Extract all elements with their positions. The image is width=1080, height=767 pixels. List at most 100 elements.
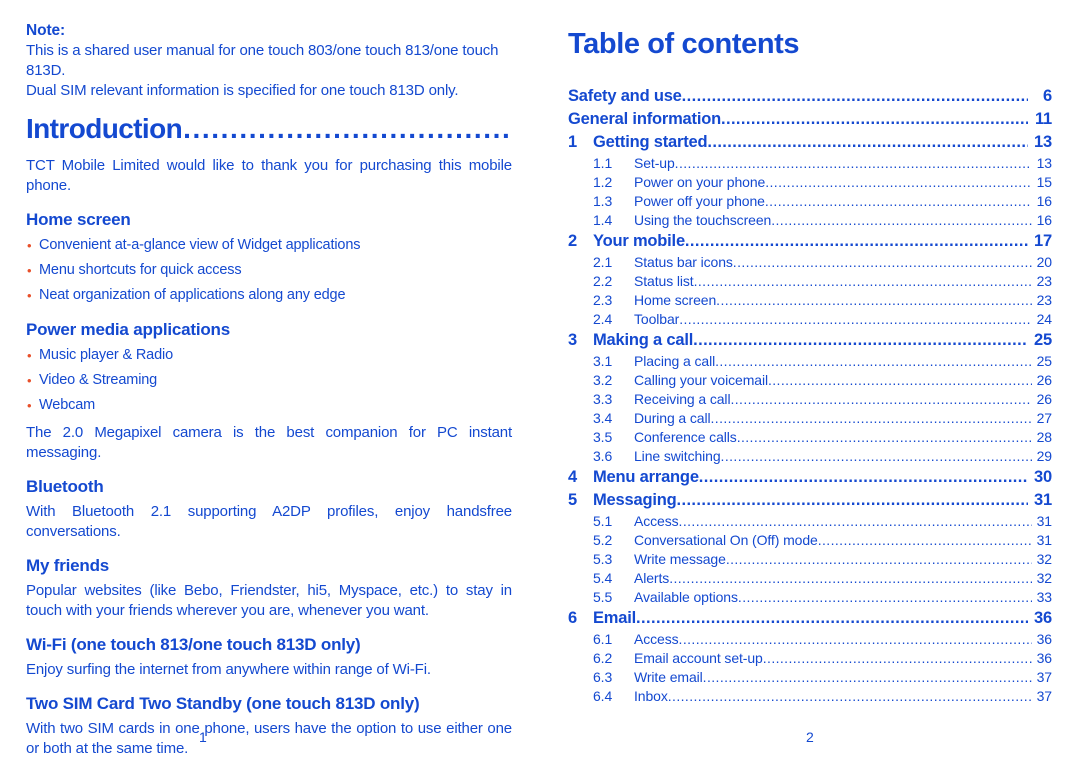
- list-item: • Convenient at-a-glance view of Widget a…: [26, 235, 512, 256]
- toc-entry-label: Menu arrange: [593, 468, 699, 486]
- toc-entry[interactable]: 6.4 Inbox................................…: [568, 687, 1052, 706]
- note-label: Note:: [26, 22, 66, 39]
- toc-entry[interactable]: 6.3 Write email..........................…: [568, 668, 1052, 687]
- toc-entry-number: 6.4: [593, 688, 613, 704]
- list-item-label: Webcam: [39, 397, 96, 413]
- toc-entry-label: Status list: [634, 273, 694, 289]
- toc-entry-page: 36: [1034, 609, 1052, 627]
- toc-entry-label: Messaging: [593, 491, 677, 509]
- toc-dot-leader: ........................................…: [710, 410, 1032, 426]
- toc-entry[interactable]: 1 Getting started........................…: [568, 131, 1052, 154]
- toc-dot-leader: ........................................…: [765, 174, 1032, 190]
- toc-dot-leader: ........................................…: [720, 110, 1028, 128]
- toc-dot-leader: ........................................…: [693, 273, 1032, 289]
- toc-entry-page: 31: [1036, 532, 1052, 548]
- toc-dot-leader: ........................................…: [737, 589, 1032, 605]
- toc-entry-label: Getting started: [593, 133, 708, 151]
- toc-dot-leader: ........................................…: [771, 212, 1032, 228]
- toc-entry[interactable]: 2.2 Status list .........................…: [568, 272, 1052, 291]
- left-page: Note: This is a shared user manual for o…: [0, 0, 540, 767]
- toc-entry-label: Making a call: [593, 331, 694, 349]
- toc-entry[interactable]: 4 Menu arrange ..........................…: [568, 466, 1052, 489]
- toc-entry[interactable]: 6.2 Email account set-up.................…: [568, 649, 1052, 668]
- toc-entry[interactable]: 2.3 Home screen..........................…: [568, 291, 1052, 310]
- toc-entry-number: 5.5: [593, 589, 613, 605]
- toc-dot-leader: ........................................…: [716, 292, 1032, 308]
- introduction-paragraph: TCT Mobile Limited would like to thank y…: [26, 157, 512, 194]
- left-page-sections: Home screen • Convenient at-a-glance view …: [26, 210, 512, 759]
- toc-entry[interactable]: 6.1 Access ..............................…: [568, 630, 1052, 649]
- toc-entry-page: 31: [1034, 491, 1052, 509]
- toc-entry[interactable]: 3.5 Conference calls ....................…: [568, 428, 1052, 447]
- toc-entry-number: 5.3: [593, 551, 613, 567]
- note-text-2: Dual SIM relevant information is specifi…: [26, 82, 459, 99]
- toc-entry[interactable]: 6 Email..................................…: [568, 607, 1052, 630]
- toc-entry[interactable]: 1.2 Power on your phone..................…: [568, 173, 1052, 192]
- toc-entry-label: Set-up: [634, 155, 675, 171]
- toc-entry[interactable]: 2 Your mobile............................…: [568, 230, 1052, 253]
- toc-entry[interactable]: 5 Messaging..............................…: [568, 489, 1052, 512]
- toc-entry[interactable]: Safety and use..........................…: [568, 85, 1052, 108]
- toc-entry-page: 13: [1036, 155, 1052, 171]
- toc-entry-page: 28: [1036, 429, 1052, 445]
- section-paragraph: With Bluetooth 2.1 supporting A2DP profi…: [26, 503, 512, 540]
- toc-entry[interactable]: 1.4 Using the touchscreen ...............…: [568, 211, 1052, 230]
- toc-entry[interactable]: 5.3 Write message .......................…: [568, 550, 1052, 569]
- toc-entry-label: General information: [568, 110, 721, 128]
- introduction-heading: Introduction ...........................…: [26, 113, 512, 145]
- toc-entry-number: 3.6: [593, 448, 613, 464]
- list-item-label: Music player & Radio: [39, 347, 173, 363]
- list-item-label: Video & Streaming: [39, 372, 158, 388]
- toc-entry-number: 2.4: [593, 311, 613, 327]
- toc-entry[interactable]: 5.4 Alerts...............................…: [568, 569, 1052, 588]
- toc-dot-leader: ........................................…: [715, 353, 1032, 369]
- toc-entry-number: 5.4: [593, 570, 613, 586]
- toc-entry[interactable]: 1.3 Power off your phone.................…: [568, 192, 1052, 211]
- section-heading: My friends: [26, 556, 110, 575]
- toc-dot-leader: ........................................…: [684, 232, 1028, 250]
- toc-entry-number: 3.5: [593, 429, 613, 445]
- section-paragraph: The 2.0 Megapixel camera is the best com…: [26, 424, 512, 461]
- toc-entry-number: 1.2: [593, 174, 613, 190]
- section-paragraph: Popular websites (like Bebo, Friendster,…: [26, 582, 512, 619]
- toc-entry-page: 36: [1036, 650, 1052, 666]
- toc-entry-number: 1: [568, 133, 577, 151]
- toc-entry[interactable]: 3 Making a call..........................…: [568, 329, 1052, 352]
- section-heading: Home screen: [26, 210, 131, 229]
- toc-dot-leader: ........................................…: [676, 491, 1028, 509]
- page-number-right: 2: [806, 729, 814, 745]
- toc-entry[interactable]: General information ....................…: [568, 108, 1052, 131]
- toc-dot-leader: ........................................…: [720, 448, 1032, 464]
- toc-entry-number: 2.2: [593, 273, 613, 289]
- toc-entry-page: 11: [1034, 110, 1052, 128]
- toc-entry-number: 6.2: [593, 650, 613, 666]
- toc-dot-leader: ........................................…: [678, 513, 1032, 529]
- introduction-dot-leader: ........................................…: [183, 113, 512, 144]
- section-paragraph: With two SIM cards in one phone, users h…: [26, 720, 512, 757]
- toc-entry[interactable]: 5.2 Conversational On (Off) mode ........…: [568, 531, 1052, 550]
- toc-entry[interactable]: 2.4 Toolbar .............................…: [568, 310, 1052, 329]
- toc-entry[interactable]: 3.6 Line switching.......................…: [568, 447, 1052, 466]
- toc-entry-number: 6.1: [593, 631, 613, 647]
- toc-entry[interactable]: 5.5 Available options....................…: [568, 588, 1052, 607]
- toc-entry[interactable]: 2.1 Status bar icons ....................…: [568, 253, 1052, 272]
- toc-entry[interactable]: 1.1 Set-up ..............................…: [568, 154, 1052, 173]
- toc-entry[interactable]: 3.1 Placing a call.......................…: [568, 352, 1052, 371]
- toc-dot-leader: ........................................…: [762, 650, 1032, 666]
- toc-entry[interactable]: 5.1 Access ..............................…: [568, 512, 1052, 531]
- toc-entry-label: Conversational On (Off) mode: [634, 532, 818, 548]
- toc-entry[interactable]: 3.4 During a call .......................…: [568, 409, 1052, 428]
- toc-entry-number: 2.1: [593, 254, 613, 270]
- toc-entry-number: 5.1: [593, 513, 613, 529]
- toc-entry[interactable]: 3.3 Receiving a call ....................…: [568, 390, 1052, 409]
- toc-entry[interactable]: 3.2 Calling your voicemail ..............…: [568, 371, 1052, 390]
- toc-entry-label: Conference calls: [634, 429, 737, 445]
- toc-entry-label: Toolbar: [634, 311, 680, 327]
- toc-dot-leader: ........................................…: [698, 468, 1028, 486]
- toc-entry-number: 2.3: [593, 292, 613, 308]
- toc-dot-leader: ........................................…: [767, 372, 1032, 388]
- toc-dot-leader: ........................................…: [674, 155, 1032, 171]
- toc-entry-number: 6.3: [593, 669, 613, 685]
- toc-entry-number: 5.2: [593, 532, 613, 548]
- toc-entry-label: Write email: [634, 669, 703, 685]
